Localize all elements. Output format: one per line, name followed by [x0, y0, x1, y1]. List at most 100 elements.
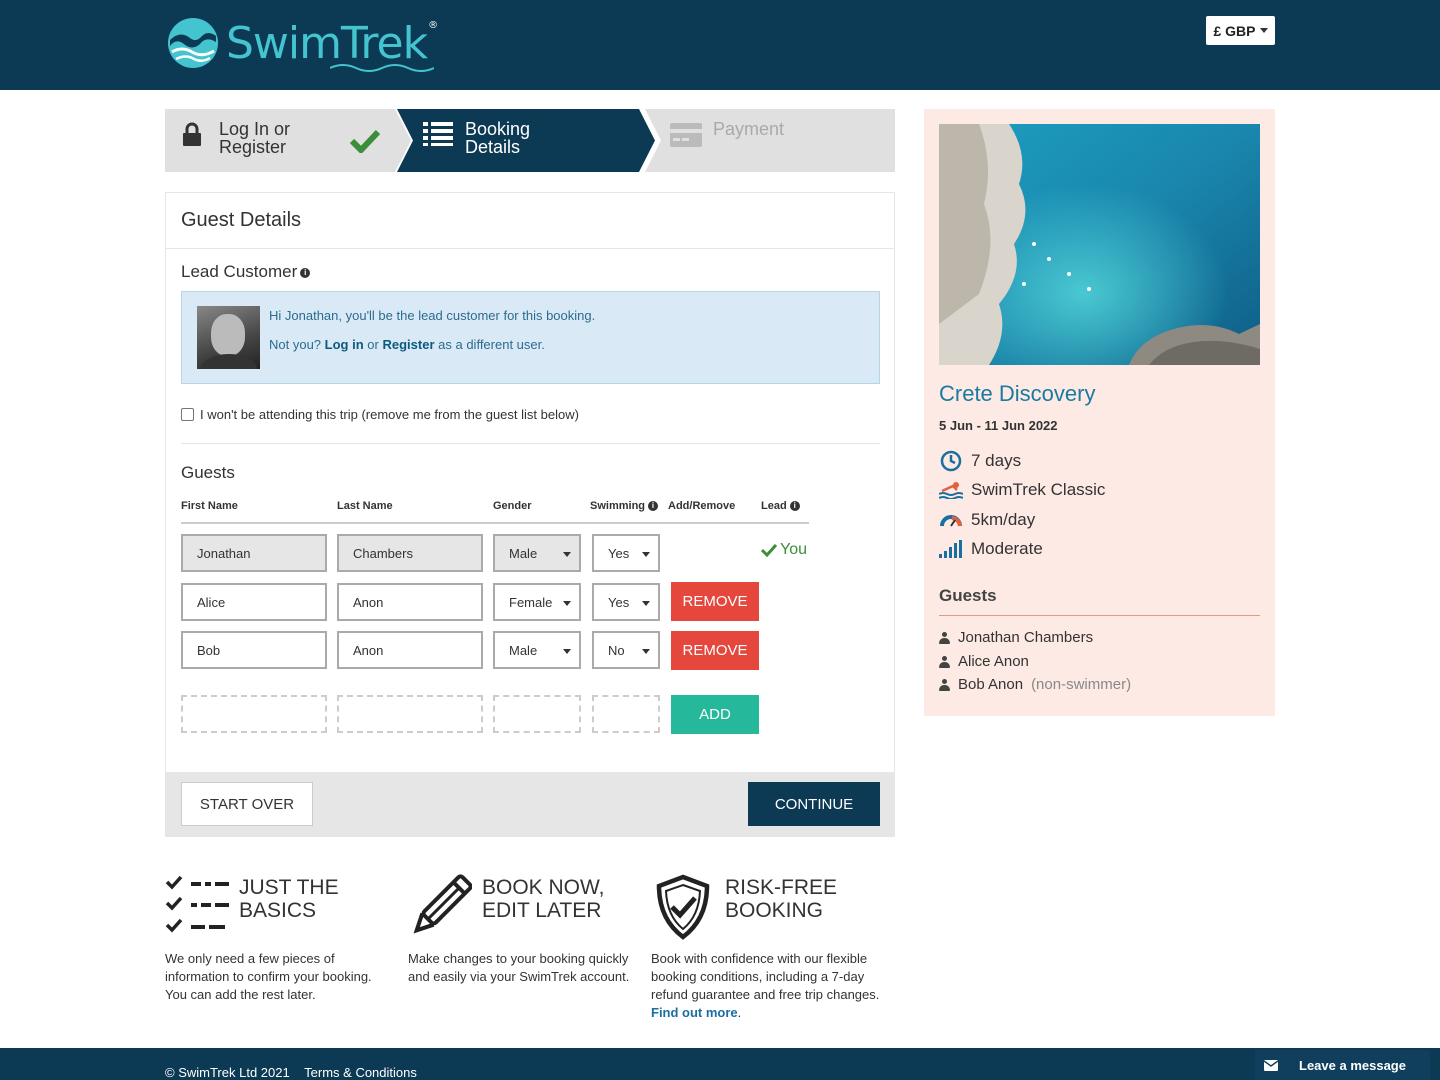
- checkmark-icon: [761, 543, 777, 557]
- last-name-field[interactable]: Anon: [337, 631, 483, 669]
- trip-title[interactable]: Crete Discovery: [939, 381, 1095, 407]
- info-icon[interactable]: i: [648, 501, 659, 512]
- remove-guest-button[interactable]: REMOVE: [671, 631, 759, 670]
- step-login-label: Log In or Register: [219, 119, 291, 157]
- lead-you-badge: You: [761, 541, 807, 559]
- user-icon: [939, 678, 950, 691]
- benefit-basics: JUST THE BASICS We only need a few pieces…: [165, 874, 395, 1004]
- col-first-name: First Name: [181, 500, 238, 512]
- logo-wave-underline: [330, 64, 434, 72]
- header-underline: [181, 522, 809, 524]
- not-attending-row[interactable]: I won't be attending this trip (remove m…: [181, 407, 579, 422]
- swimming-select[interactable]: No: [592, 631, 660, 669]
- trip-distance: 5km/day: [939, 509, 1035, 531]
- trip-summary-sidebar: Crete Discovery 5 Jun - 11 Jun 2022 7 da…: [924, 109, 1275, 716]
- not-attending-label: I won't be attending this trip (remove m…: [200, 407, 579, 422]
- chevron-down-icon: [563, 552, 571, 557]
- col-lead: Lead i: [761, 500, 800, 512]
- swimming-select[interactable]: Yes: [592, 534, 660, 572]
- card-footer: START OVER CONTINUE: [166, 772, 894, 837]
- list-icon: [423, 122, 453, 146]
- user-icon: [939, 631, 950, 644]
- lead-greeting: Hi Jonathan, you'll be the lead customer…: [269, 308, 596, 323]
- first-name-field[interactable]: Jonathan: [181, 534, 327, 572]
- chevron-down-icon: [563, 649, 571, 654]
- guest-details-title: Guest Details: [166, 193, 894, 249]
- continue-button[interactable]: CONTINUE: [748, 782, 880, 826]
- divider: [939, 615, 1260, 616]
- new-first-name-field[interactable]: [181, 695, 327, 733]
- guests-heading: Guests: [181, 463, 235, 482]
- trip-type: SwimTrek Classic: [939, 479, 1105, 501]
- divider: [181, 443, 880, 444]
- checkmark-icon: [350, 129, 380, 153]
- trip-dates: 5 Jun - 11 Jun 2022: [939, 418, 1058, 433]
- chevron-down-icon: [563, 601, 571, 606]
- envelope-icon: [1264, 1059, 1278, 1071]
- benefit-title: RISK-FREE BOOKING: [725, 876, 838, 922]
- benefit-title: JUST THE BASICS: [239, 876, 339, 922]
- gauge-icon: [940, 515, 962, 527]
- sidebar-guest-item: Bob Anon (non-swimmer): [939, 676, 1131, 693]
- sidebar-guest-item: Alice Anon: [939, 653, 1029, 670]
- sidebar-guest-item: Jonathan Chambers: [939, 629, 1093, 646]
- not-attending-checkbox[interactable]: [181, 408, 194, 421]
- trip-image: [939, 124, 1260, 365]
- benefit-description: We only need a few pieces of information…: [165, 951, 372, 1002]
- lead-customer-box: Hi Jonathan, you'll be the lead customer…: [181, 291, 880, 384]
- leave-message-button[interactable]: Leave a message: [1255, 1050, 1430, 1080]
- new-gender-field[interactable]: [493, 695, 581, 733]
- checklist-icon: [165, 875, 229, 933]
- swimming-select[interactable]: Yes: [592, 583, 660, 621]
- benefit-description: Make changes to your booking quickly and…: [408, 951, 630, 984]
- credit-card-icon: [670, 123, 702, 147]
- chevron-down-icon: [642, 552, 650, 557]
- add-guest-button[interactable]: ADD: [671, 695, 759, 734]
- copyright-text: © SwimTrek Ltd 2021: [165, 1065, 290, 1080]
- lock-icon: [183, 122, 201, 146]
- sidebar-guests-heading: Guests: [939, 586, 997, 605]
- lead-not-you: Not you? Log in or Register as a differe…: [269, 337, 545, 352]
- gender-select[interactable]: Female: [493, 583, 581, 621]
- info-icon[interactable]: i: [789, 501, 800, 512]
- benefit-edit-later: BOOK NOW, EDIT LATER Make changes to your…: [408, 874, 638, 986]
- first-name-field[interactable]: Alice: [181, 583, 327, 621]
- remove-guest-button[interactable]: REMOVE: [671, 582, 759, 621]
- trip-difficulty: Moderate: [939, 538, 1043, 560]
- pencil-icon: [413, 874, 472, 934]
- benefit-risk-free: RISK-FREE BOOKING Book with confidence wi…: [651, 874, 896, 1022]
- shield-check-icon: [656, 874, 710, 940]
- clock-icon: [940, 450, 962, 472]
- find-out-more-link[interactable]: Find out more: [651, 1005, 738, 1020]
- last-name-field[interactable]: Anon: [337, 583, 483, 621]
- terms-link[interactable]: Terms & Conditions: [304, 1065, 417, 1080]
- gender-select[interactable]: Male: [493, 631, 581, 669]
- info-icon[interactable]: i: [300, 267, 311, 278]
- gender-select[interactable]: Male: [493, 534, 581, 572]
- trip-duration: 7 days: [939, 450, 1021, 472]
- benefit-description: Book with confidence with our flexible b…: [651, 951, 880, 1020]
- new-last-name-field[interactable]: [337, 695, 483, 733]
- swimmer-icon: [939, 482, 963, 499]
- benefit-title: BOOK NOW, EDIT LATER: [482, 876, 605, 922]
- first-name-field[interactable]: Bob: [181, 631, 327, 669]
- avatar: [197, 306, 260, 369]
- start-over-button[interactable]: START OVER: [181, 782, 313, 826]
- col-last-name: Last Name: [337, 500, 393, 512]
- lead-customer-heading: Lead Customer i: [181, 262, 311, 282]
- site-footer: © SwimTrek Ltd 2021 Terms & Conditions: [0, 1048, 1440, 1080]
- step-payment-label: Payment: [713, 119, 785, 139]
- currency-selector[interactable]: £ GBP: [1206, 16, 1275, 45]
- step-booking-label: Booking Details: [465, 119, 531, 157]
- chevron-down-icon: [642, 601, 650, 606]
- register-link[interactable]: Register: [382, 337, 434, 352]
- wave-logo-icon: [168, 18, 218, 68]
- new-swimming-field[interactable]: [592, 695, 660, 733]
- last-name-field[interactable]: Chambers: [337, 534, 483, 572]
- guest-details-card: Guest Details Lead Customer i Hi Jonathan…: [165, 192, 895, 837]
- booking-steps: Log In or Register Booking Details Payment: [165, 109, 895, 172]
- user-icon: [939, 655, 950, 668]
- chevron-down-icon: [1259, 28, 1268, 33]
- login-link[interactable]: Log in: [325, 337, 364, 352]
- col-add-remove: Add/Remove: [668, 500, 736, 512]
